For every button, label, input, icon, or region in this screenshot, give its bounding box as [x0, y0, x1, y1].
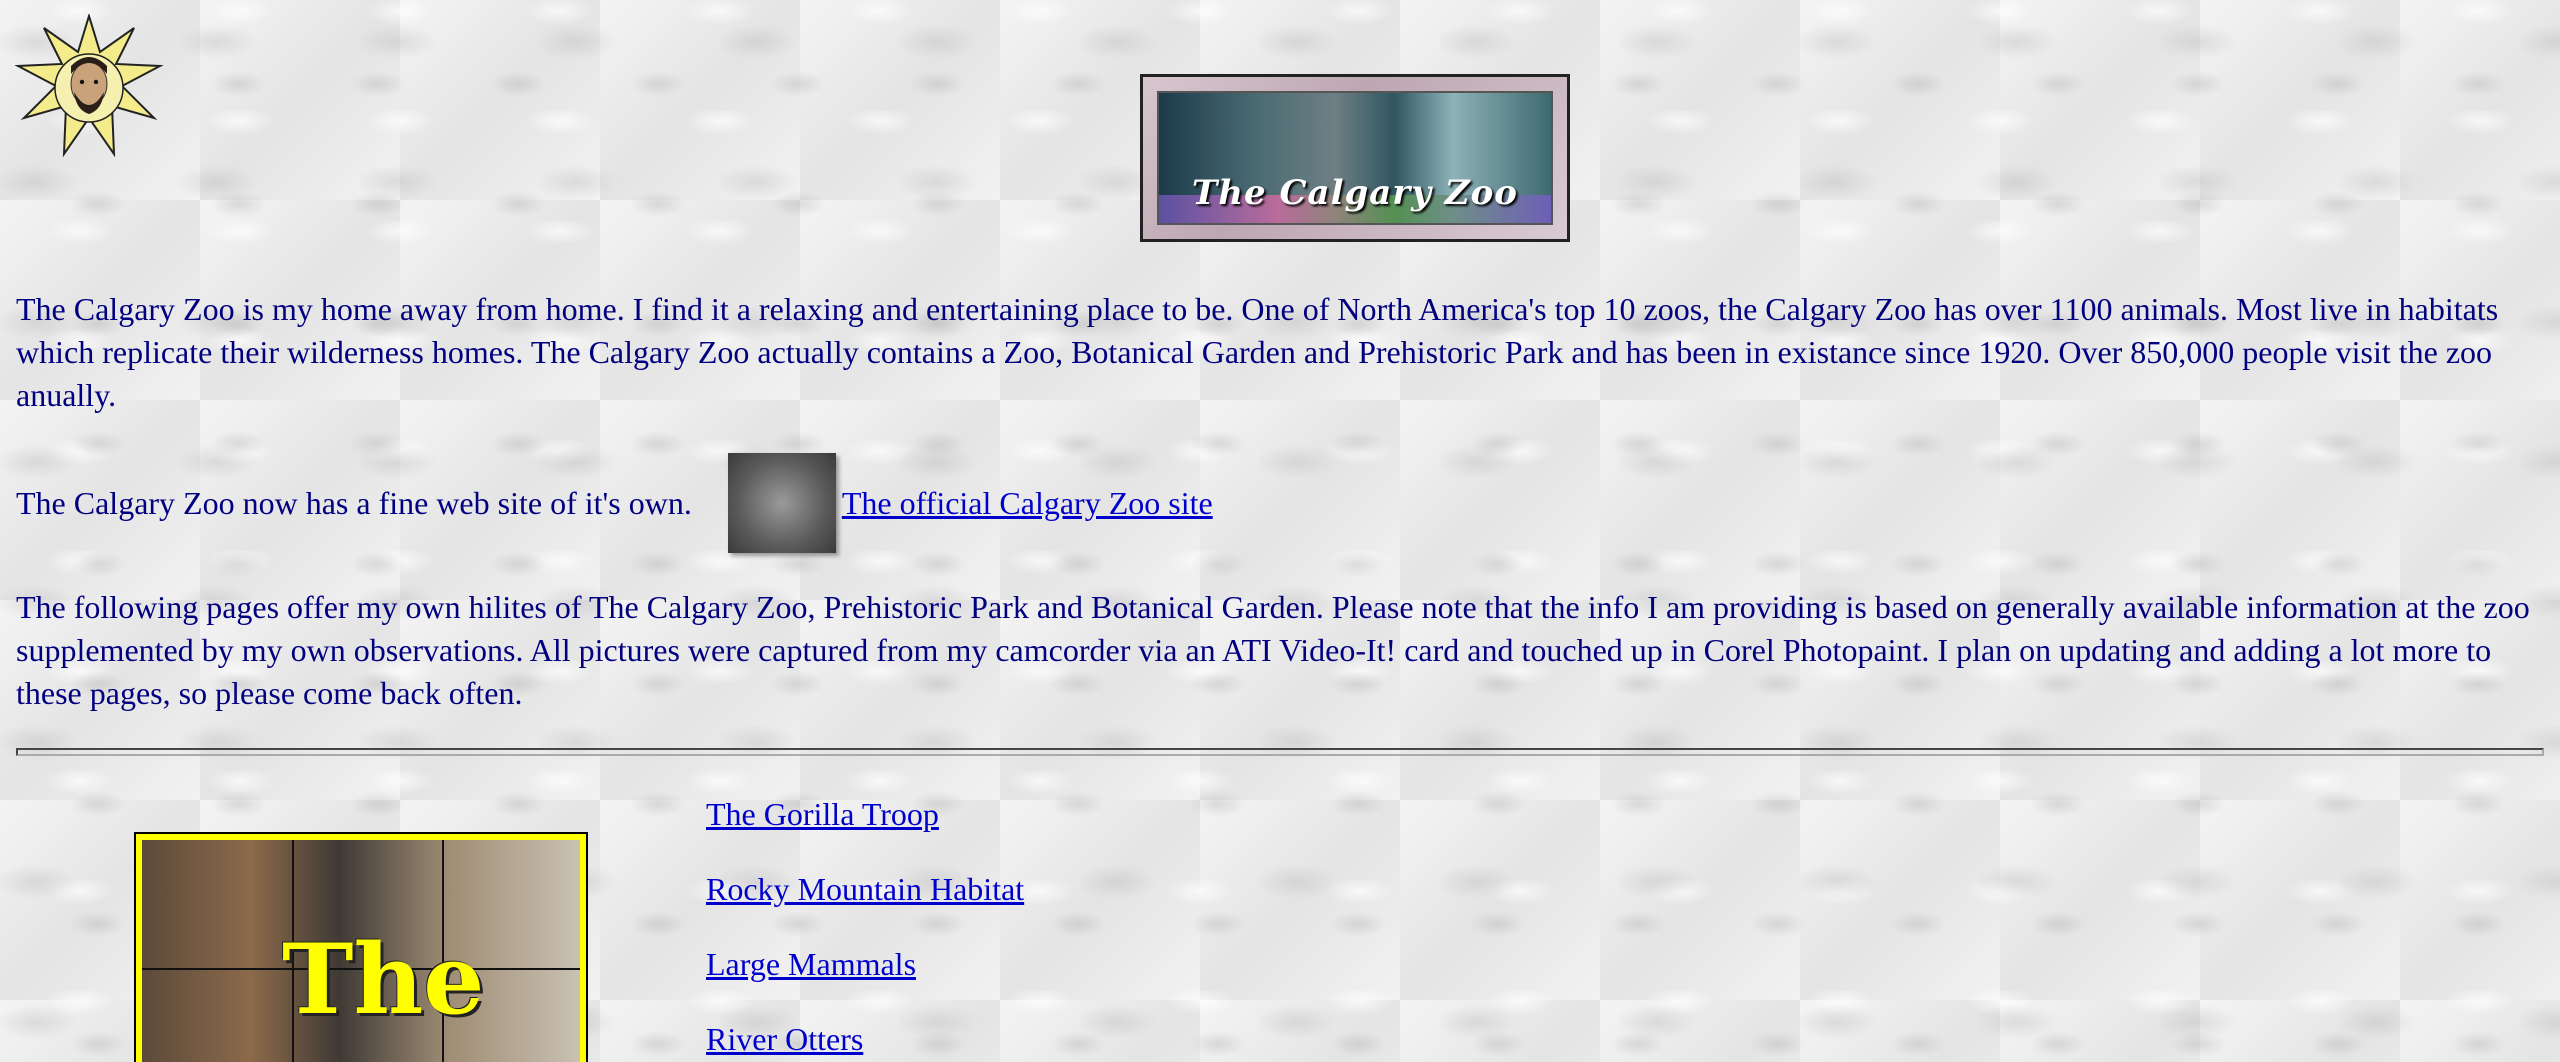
- list-item: The Gorilla Troop: [706, 790, 1024, 865]
- large-mammals-link[interactable]: Large Mammals: [706, 946, 916, 982]
- list-item: Rocky Mountain Habitat: [706, 865, 1024, 940]
- horizontal-rule: [16, 748, 2544, 756]
- calgary-zoo-banner: The Calgary Zoo: [1140, 74, 1570, 242]
- official-site-row: The Calgary Zoo now has a fine web site …: [16, 453, 1213, 553]
- official-site-text: The Calgary Zoo now has a fine web site …: [16, 484, 692, 521]
- section-links: The Gorilla Troop Rocky Mountain Habitat…: [706, 790, 1024, 1062]
- official-site-link[interactable]: The official Calgary Zoo site: [842, 485, 1213, 522]
- home-logo-icon[interactable]: [14, 14, 164, 164]
- animal-collage-image: The: [134, 832, 588, 1062]
- intro-paragraph: The Calgary Zoo is my home away from hom…: [16, 291, 2499, 413]
- banner-title: The Calgary Zoo: [1192, 173, 1518, 213]
- list-item: Large Mammals: [706, 940, 1024, 1015]
- rocky-mountain-habitat-link[interactable]: Rocky Mountain Habitat: [706, 871, 1024, 907]
- list-item: River Otters: [706, 1015, 1024, 1062]
- gorilla-troop-link[interactable]: The Gorilla Troop: [706, 796, 939, 832]
- hilites-paragraph: The following pages offer my own hilites…: [16, 589, 2530, 711]
- banner-image: The Calgary Zoo: [1157, 91, 1553, 225]
- river-otters-link[interactable]: River Otters: [706, 1021, 863, 1057]
- collage-word: The: [282, 923, 485, 1036]
- lion-thumbnail-icon[interactable]: [727, 453, 836, 553]
